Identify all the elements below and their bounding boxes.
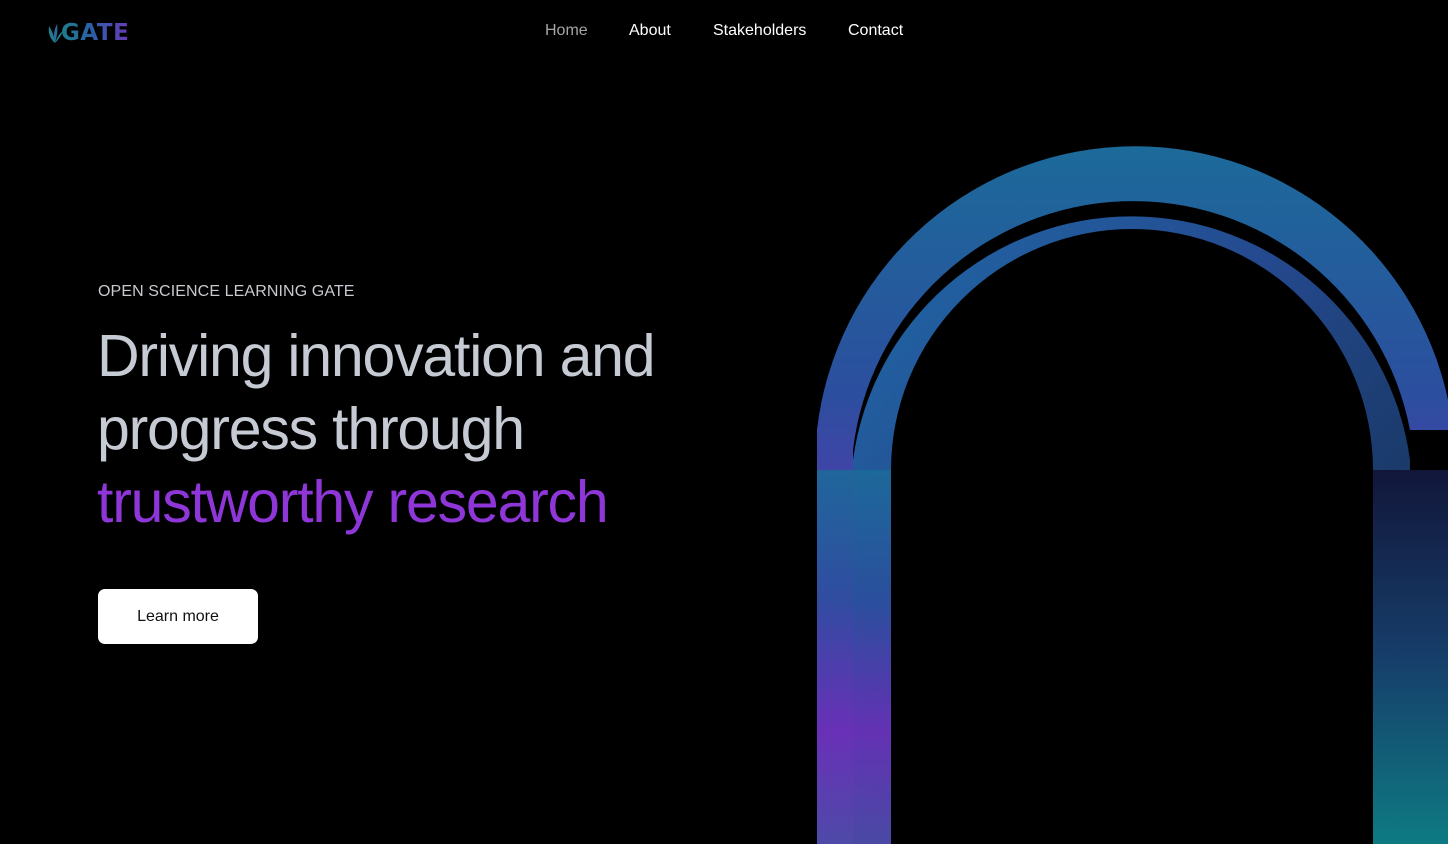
headline-line-1: Driving innovation and <box>97 323 656 389</box>
nav-item-home[interactable]: Home <box>545 19 588 43</box>
hero-headline: Driving innovation and progress through … <box>97 320 656 539</box>
nav-item-contact[interactable]: Contact <box>848 19 903 43</box>
right-leg <box>1373 470 1448 844</box>
outer-arch <box>817 146 1448 844</box>
nav-item-stakeholders[interactable]: Stakeholders <box>713 19 806 43</box>
left-leg-glow <box>817 470 891 844</box>
main-nav: Home About Stakeholders Contact <box>0 19 1448 43</box>
hero-page: GATE Home About Stakeholders Contact OPE… <box>0 0 1448 844</box>
inner-arch <box>853 216 1410 844</box>
headline-accent: trustworthy research <box>97 469 609 535</box>
learn-more-button[interactable]: Learn more <box>98 589 258 644</box>
headline-line-2: progress through <box>97 396 525 462</box>
nav-item-about[interactable]: About <box>629 19 671 43</box>
hero-eyebrow: OPEN SCIENCE LEARNING GATE <box>98 283 355 300</box>
inner-void <box>891 229 1373 844</box>
